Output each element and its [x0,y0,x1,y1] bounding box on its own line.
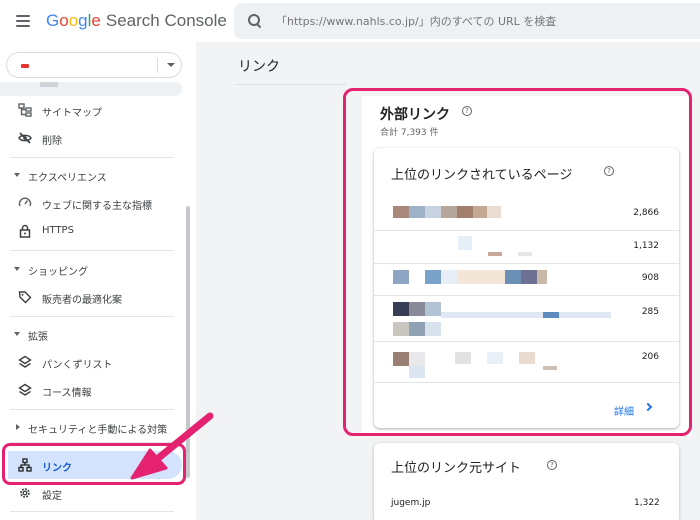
section-label: ショッピング [28,267,88,278]
top-linking-sites-title: 上位のリンク元サイト [391,461,522,476]
url-inspection-input[interactable] [276,14,676,28]
section-label: セキュリティと手動による対策 [28,425,168,436]
search-icon[interactable] [248,14,262,28]
sidebar-divider [10,157,174,158]
sidebar-item-sitemaps[interactable]: サイトマップ [0,96,182,124]
search-console-logo[interactable]: Google Search Console [46,11,227,31]
property-favicon [21,64,29,68]
property-selector[interactable] [6,52,182,78]
help-icon[interactable]: ? [547,460,557,470]
sidebar-item-core-web-vitals[interactable]: ウェブに関する主な指標 [0,189,182,217]
partially-scrolled-nav-item[interactable] [0,82,182,96]
sidebar-item-label: 設定 [42,491,62,502]
chevron-down-icon[interactable] [167,63,175,67]
sitemap-icon [18,103,32,117]
page-title-divider [236,84,346,85]
sidebar-divider [10,409,174,410]
top-linking-sites-card [374,443,679,520]
collapse-triangle-icon [14,267,20,271]
sidebar-item-label: 販売者の最適化案 [42,295,122,306]
page-title: リンク [238,59,280,75]
sidebar-divider [10,250,174,251]
property-selector-divider [157,58,158,73]
collapse-triangle-icon [14,173,20,177]
collapse-triangle-icon [14,332,20,336]
layers-icon [18,355,32,368]
sidebar-item-label: ウェブに関する主な指標 [42,201,152,212]
partial-item-label [40,82,58,87]
highlight-box-external-links [343,88,692,436]
section-label: エクスペリエンス [28,173,107,184]
speed-icon [18,197,32,207]
sidebar-item-label: サイトマップ [42,108,102,119]
expand-triangle-icon [16,424,20,430]
sidebar-item-removals[interactable]: 削除 [0,124,182,152]
hamburger-menu-icon[interactable] [16,15,38,27]
tag-icon [18,291,32,304]
sidebar-divider [10,511,174,512]
sidebar-divider [10,316,174,317]
visibility-off-icon [18,132,32,144]
gear-icon [20,488,30,498]
sidebar-item-course-info[interactable]: コース情報 [0,376,182,404]
linking-site-count: 1,322 [634,498,660,508]
sidebar-item-label: パンくずリスト [42,360,113,371]
sidebar-item-label: コース情報 [42,388,92,399]
app-header: Google Search Console [0,0,700,42]
lock-icon [19,224,31,238]
url-inspection-search-bar[interactable] [234,3,700,39]
sidebar-item-label: HTTPS [42,225,74,236]
sidebar-scrollbar[interactable] [186,206,190,478]
sidebar-item-label: 削除 [42,136,62,147]
sidebar-item-merchant-opportunities[interactable]: 販売者の最適化案 [0,283,182,311]
linking-site-name[interactable]: jugem.jp [391,498,430,508]
sidebar-item-breadcrumbs[interactable]: パンくずリスト [0,348,182,376]
sidebar-item-https[interactable]: HTTPS [0,217,182,245]
layers-icon [18,383,32,396]
section-label: 拡張 [28,332,48,343]
highlight-box-links-nav [2,443,186,485]
